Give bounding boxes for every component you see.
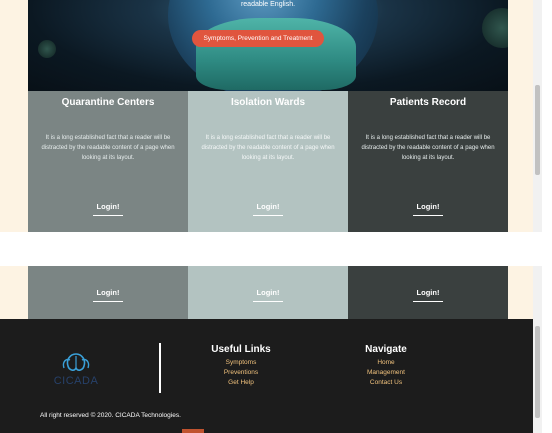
face-mask-image [196,18,356,90]
card-quarantine-centers: Quarantine Centers It is a long establis… [28,91,188,232]
card-quarantine-centers: Login! [28,266,188,319]
footer-divider [159,343,161,393]
login-link[interactable]: Login! [28,202,188,211]
login-link[interactable]: Login! [348,288,508,297]
footer-link-home[interactable]: Home [326,358,446,368]
virus-icon [482,8,508,48]
card-text: It is a long established fact that a rea… [201,135,335,161]
scrollbar-thumb[interactable] [535,85,540,175]
hero-text: readable English. [240,1,296,8]
bottom-viewport: Login! Login! Login! CICADA Useful Links… [0,266,542,433]
login-underline [253,215,283,216]
top-viewport: readable English. Symptoms, Prevention a… [0,0,542,232]
copyright-text: All right reserved © 2020. CICADA Techno… [40,412,181,419]
login-link[interactable]: Login! [348,202,508,211]
card-isolation-wards: Login! [188,266,348,319]
symptoms-prevention-treatment-button[interactable]: Symptoms, Prevention and Treatment [192,30,324,47]
login-link[interactable]: Login! [28,288,188,297]
login-underline [93,215,123,216]
login-underline [93,301,123,302]
card-patients-record: Patients Record It is a long established… [348,91,508,232]
footer-link-symptoms[interactable]: Symptoms [181,358,301,368]
navigate-column: Navigate Home Management Contact Us [326,344,446,388]
footer-link-get-help[interactable]: Get Help [181,378,301,388]
feature-cards-bottom: Login! Login! Login! [28,266,508,319]
card-title: Quarantine Centers [61,97,155,108]
card-title: Isolation Wards [230,97,306,108]
login-link[interactable]: Login! [188,202,348,211]
login-underline [413,301,443,302]
scrollbar-thumb[interactable] [535,326,540,418]
card-text: It is a long established fact that a rea… [41,135,175,161]
hero-banner: readable English. Symptoms, Prevention a… [28,0,508,91]
card-isolation-wards: Isolation Wards It is a long established… [188,91,348,232]
login-underline [413,215,443,216]
navigate-title: Navigate [365,344,407,355]
footer-link-management[interactable]: Management [326,368,446,378]
feature-cards: Quarantine Centers It is a long establis… [28,91,508,232]
footer-link-preventions[interactable]: Preventions [181,368,301,378]
page-frame: readable English. Symptoms, Prevention a… [0,0,552,433]
card-title: Patients Record [389,97,467,108]
footer-link-contact-us[interactable]: Contact Us [326,378,446,388]
virus-icon [38,40,56,58]
login-link[interactable]: Login! [188,288,348,297]
card-text: It is a long established fact that a rea… [361,135,495,161]
site-footer: CICADA Useful Links Symptoms Preventions… [0,319,542,433]
useful-links-title: Useful Links [211,344,271,355]
login-underline [253,301,283,302]
footer-accent-strip [182,429,204,433]
card-patients-record: Login! [348,266,508,319]
logo-text: CICADA [53,375,99,387]
scrollbar[interactable] [533,0,542,232]
useful-links-column: Useful Links Symptoms Preventions Get He… [181,344,301,388]
scrollbar[interactable] [533,266,542,433]
cicada-logo-icon[interactable] [60,352,92,374]
